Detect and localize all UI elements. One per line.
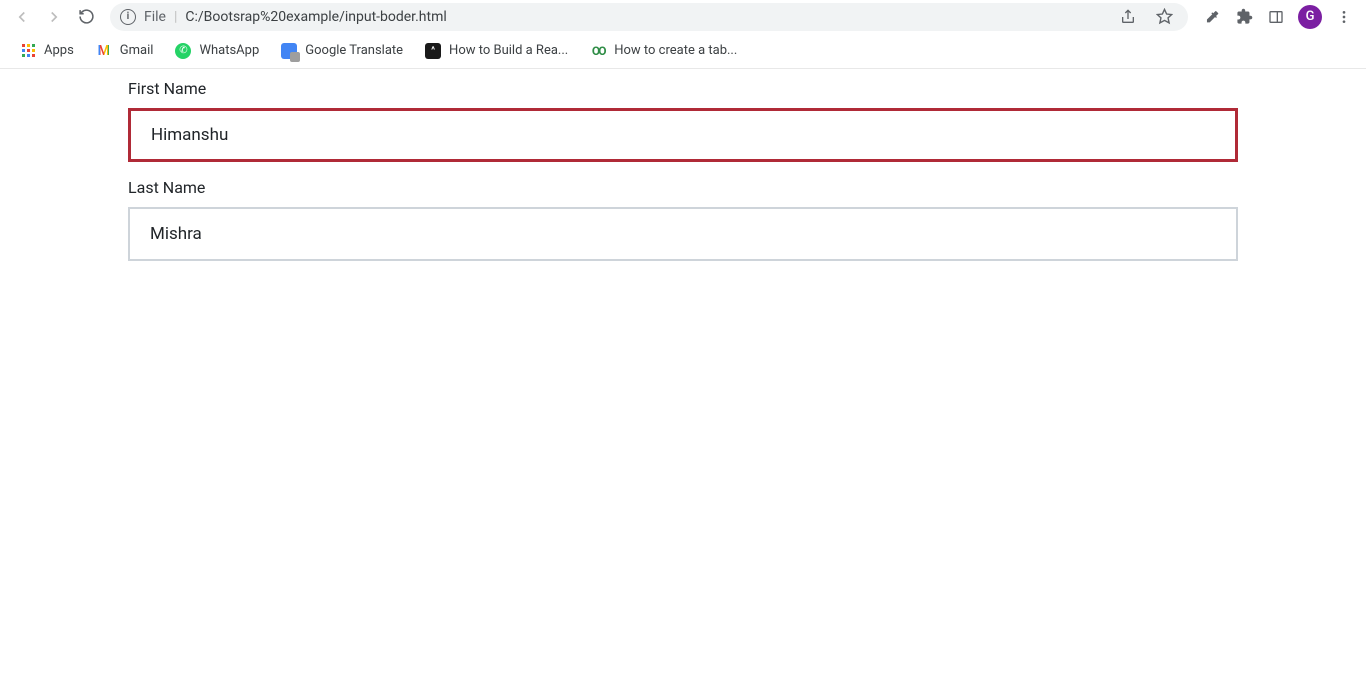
last-name-input[interactable] — [128, 207, 1238, 261]
address-bar[interactable]: i File | C:/Bootsrap%20example/input-bod… — [110, 3, 1188, 31]
bookmark-label: Apps — [44, 43, 74, 58]
page-content: First Name Last Name — [0, 69, 1366, 261]
bookmark-label: How to Build a Rea... — [449, 43, 568, 58]
first-name-input[interactable] — [128, 108, 1238, 162]
bookmark-howtocreate[interactable]: OO How to create a tab... — [582, 39, 745, 63]
extensions-icon[interactable] — [1230, 3, 1258, 31]
gfg-icon: OO — [590, 43, 606, 59]
share-icon[interactable] — [1114, 3, 1142, 31]
forward-button[interactable] — [40, 3, 68, 31]
bookmark-label: WhatsApp — [199, 43, 259, 58]
side-panel-icon[interactable] — [1262, 3, 1290, 31]
site-info-icon[interactable]: i — [120, 9, 136, 25]
last-name-label: Last Name — [128, 178, 1238, 197]
url-text: C:/Bootsrap%20example/input-boder.html — [185, 9, 446, 25]
bookmark-label: Google Translate — [305, 43, 403, 58]
bookmark-google-translate[interactable]: Google Translate — [273, 39, 411, 63]
bookmark-star-icon[interactable] — [1150, 3, 1178, 31]
bookmark-whatsapp[interactable]: ✆ WhatsApp — [167, 39, 267, 63]
back-button[interactable] — [8, 3, 36, 31]
apps-icon — [20, 43, 36, 59]
profile-avatar[interactable]: G — [1298, 5, 1322, 29]
url-separator: | — [174, 9, 177, 25]
whatsapp-icon: ✆ — [175, 43, 191, 59]
profile-initial: G — [1306, 9, 1315, 24]
gmail-icon: M — [96, 43, 112, 59]
google-translate-icon — [281, 43, 297, 59]
site-icon: ^ — [425, 43, 441, 59]
bookmark-label: How to create a tab... — [614, 43, 737, 58]
form-group-firstname: First Name — [128, 79, 1238, 162]
menu-icon[interactable] — [1330, 3, 1358, 31]
reload-button[interactable] — [72, 3, 100, 31]
first-name-label: First Name — [128, 79, 1238, 98]
url-scheme: File — [144, 9, 166, 25]
bookmark-howtobuild[interactable]: ^ How to Build a Rea... — [417, 39, 576, 63]
bookmark-apps[interactable]: Apps — [12, 39, 82, 63]
bookmarks-bar: Apps M Gmail ✆ WhatsApp Google Translate… — [0, 33, 1366, 69]
bookmark-gmail[interactable]: M Gmail — [88, 39, 162, 63]
browser-toolbar: i File | C:/Bootsrap%20example/input-bod… — [0, 0, 1366, 33]
form-group-lastname: Last Name — [128, 178, 1238, 261]
bookmark-label: Gmail — [120, 43, 154, 58]
eyedropper-icon[interactable] — [1198, 3, 1226, 31]
